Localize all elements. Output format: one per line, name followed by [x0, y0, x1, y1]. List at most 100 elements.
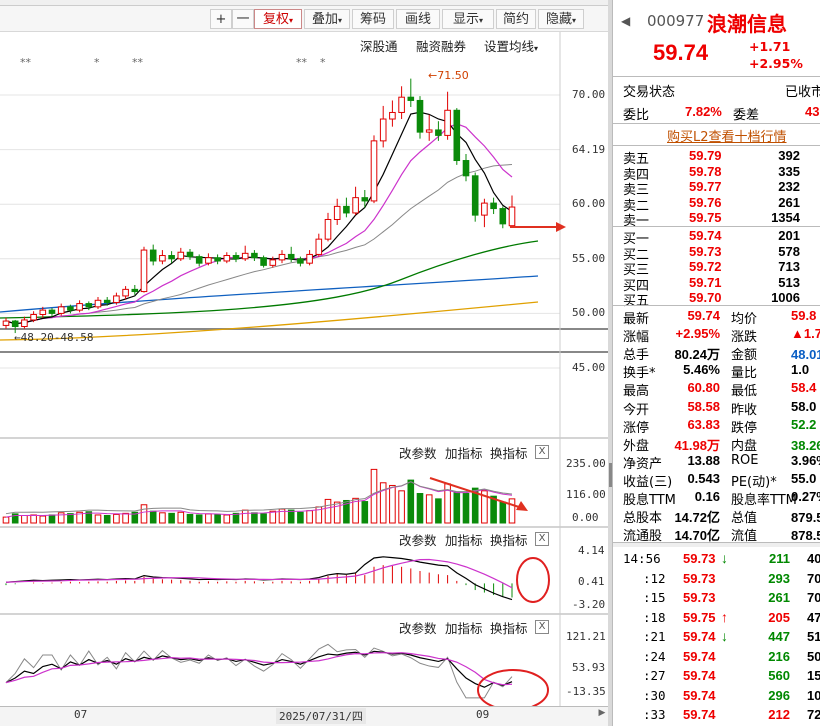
- tick-time: :27: [643, 668, 666, 683]
- tick-count: 47: [807, 609, 820, 625]
- candle-body: [149, 249, 157, 262]
- price-cursor-label: 64.19: [572, 143, 606, 156]
- candle-body: [205, 257, 212, 264]
- panel1-gaicanshu-button[interactable]: 改参数: [399, 443, 437, 462]
- candle-body: [21, 319, 28, 328]
- volume-bar: [103, 514, 111, 524]
- stat-value: 58.58: [687, 398, 720, 414]
- divider: [613, 226, 820, 227]
- candle-body: [214, 257, 221, 262]
- stat-value: 14.72亿: [674, 510, 720, 526]
- tick-count: 51: [807, 629, 820, 644]
- panel1-huanzhibiao-button[interactable]: 换指标: [490, 443, 528, 462]
- panel2-close-icon[interactable]: X: [535, 532, 549, 546]
- stat-label: 涨幅: [623, 330, 650, 346]
- candle-body: [407, 96, 415, 101]
- stat-label: 外盘: [623, 438, 650, 454]
- weibi-value: 7.82%: [685, 104, 722, 119]
- candle-body: [389, 111, 396, 120]
- event-marker[interactable]: **: [296, 56, 307, 69]
- ask-price[interactable]: 59.77: [689, 179, 722, 194]
- bid-price[interactable]: 59.74: [689, 228, 722, 243]
- stat-label: 均价: [731, 312, 758, 327]
- candle-body: [168, 255, 175, 260]
- annotation-circle: [516, 557, 550, 603]
- bid-price[interactable]: 59.70: [689, 290, 722, 305]
- panel2-huanzhibiao-button[interactable]: 换指标: [490, 530, 528, 549]
- kline-chart-area[interactable]: + 一 复权▾ 叠加▾ 筹码 画线 显示▾ 简约 隐藏▾ 深股通 融资融券 设置…: [0, 0, 610, 726]
- stat-label: 跌停: [731, 420, 758, 436]
- volume-bar: [508, 498, 516, 524]
- candle-body: [361, 197, 369, 202]
- stat-label: 最高: [623, 384, 650, 400]
- bid-price[interactable]: 59.72: [689, 259, 722, 274]
- ask-price[interactable]: 59.76: [689, 195, 722, 210]
- ma20-line: [5, 164, 513, 325]
- panel3-jiazhibiao-button[interactable]: 加指标: [445, 618, 483, 637]
- volume-bar: [122, 512, 129, 524]
- tick-volume: 293: [768, 570, 790, 586]
- bid-volume: 201: [778, 228, 800, 243]
- volume-bar: [324, 498, 332, 524]
- stat-label: 量比: [731, 366, 758, 382]
- event-marker[interactable]: **: [132, 56, 143, 69]
- event-marker[interactable]: **: [20, 56, 31, 69]
- event-marker[interactable]: *: [320, 56, 326, 69]
- tick-time: :12: [643, 570, 666, 586]
- panel2-gaicanshu-button[interactable]: 改参数: [399, 530, 437, 549]
- stat-value: 58.4: [791, 380, 817, 396]
- event-marker[interactable]: *: [94, 56, 100, 69]
- candle-body: [278, 253, 286, 261]
- candle-body: [177, 251, 185, 260]
- panel1-jiazhibiao-button[interactable]: 加指标: [445, 443, 483, 462]
- candle-body: [39, 309, 47, 315]
- tick-price: 59.74: [683, 687, 716, 703]
- tick-price: 59.73: [683, 590, 716, 605]
- panel2-jiazhibiao-button[interactable]: 加指标: [445, 530, 483, 549]
- panel3-close-icon[interactable]: X: [535, 620, 549, 634]
- panel1-close-icon[interactable]: X: [535, 445, 549, 459]
- back-arrow-icon[interactable]: ◀: [621, 14, 630, 28]
- bid-level-label: 买五: [623, 294, 650, 310]
- volume-bar: [195, 514, 203, 524]
- candle-body: [499, 208, 507, 225]
- ask-price[interactable]: 59.75: [689, 210, 722, 225]
- candle-body: [315, 238, 323, 255]
- tick-arrow-icon: ↑: [721, 608, 728, 625]
- price-axis-label: 45.00: [572, 361, 606, 374]
- bid-price[interactable]: 59.73: [689, 244, 722, 259]
- stat-label: 金额: [731, 348, 758, 364]
- ask-price[interactable]: 59.78: [689, 164, 722, 179]
- stat-value: 3.96%: [791, 452, 820, 468]
- kdj-k-line: [5, 650, 513, 688]
- volume-bar: [149, 510, 157, 524]
- bid-price[interactable]: 59.71: [689, 275, 722, 290]
- scroll-right-icon[interactable]: ▶: [596, 708, 608, 722]
- volume-bar: [186, 513, 194, 524]
- candle-body: [435, 129, 442, 136]
- candle-body: [232, 255, 240, 260]
- stat-label: PE(动)*: [731, 474, 777, 490]
- tick-time: :21: [643, 629, 666, 644]
- kdj-axis-label: 121.21: [566, 630, 606, 643]
- tick-count: 50: [807, 648, 820, 664]
- tick-price: 59.74: [683, 629, 716, 644]
- candle-body: [159, 255, 166, 262]
- panel3-gaicanshu-button[interactable]: 改参数: [399, 618, 437, 637]
- tick-count: 72: [807, 707, 820, 722]
- stat-label: 股息率TTM: [731, 493, 797, 508]
- ask-price[interactable]: 59.79: [689, 148, 722, 163]
- annotation-arrowhead: [556, 222, 566, 232]
- stat-value: 55.0: [791, 470, 817, 486]
- tick-count: 158: [807, 668, 820, 683]
- l2-purchase-link[interactable]: 购买L2查看十档行情: [667, 126, 787, 145]
- volume-bar: [269, 510, 277, 524]
- tick-time: :33: [643, 707, 666, 722]
- ask-volume: 335: [778, 163, 800, 179]
- stat-value: 0.27%: [791, 489, 820, 504]
- stat-label: 今开: [623, 402, 650, 418]
- volume-bar: [94, 514, 102, 524]
- tick-price: 59.73: [683, 570, 716, 586]
- panel3-huanzhibiao-button[interactable]: 换指标: [490, 618, 528, 637]
- stat-value: 0.16: [694, 489, 720, 504]
